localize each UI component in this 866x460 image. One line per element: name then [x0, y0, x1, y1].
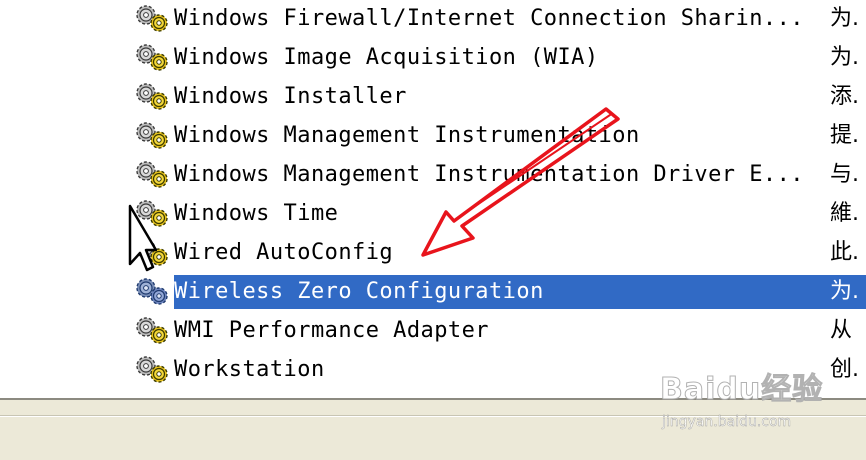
service-name: Windows Installer: [174, 84, 407, 109]
status-bar-highlight: [0, 416, 866, 417]
service-row[interactable]: Windows Management Instrumentation 提.: [0, 117, 866, 156]
service-row-selected[interactable]: Wireless Zero Configuration 为.: [0, 273, 866, 312]
service-description: 此.: [830, 240, 859, 265]
service-description: 添.: [830, 84, 859, 109]
service-row[interactable]: Windows Image Acquisition (WIA) 为.: [0, 39, 866, 78]
service-name: Wired AutoConfig: [174, 240, 394, 265]
service-description: 创.: [830, 357, 859, 382]
mouse-cursor-icon: [128, 204, 157, 272]
services-gear-icon: [133, 277, 173, 307]
service-row[interactable]: Windows Installer 添.: [0, 78, 866, 117]
services-gear-icon: [133, 43, 173, 73]
services-window: Windows Firewall/Internet Connection Sha…: [0, 0, 866, 460]
services-gear-icon: [133, 160, 173, 190]
service-row[interactable]: Workstation 创.: [0, 351, 866, 390]
status-bar: [0, 400, 866, 460]
service-description: 为.: [830, 45, 859, 70]
service-name: Wireless Zero Configuration: [174, 275, 830, 309]
services-gear-icon: [133, 121, 173, 151]
service-name: Windows Management Instrumentation Drive…: [174, 162, 804, 187]
service-row[interactable]: Windows Firewall/Internet Connection Sha…: [0, 0, 866, 39]
services-gear-icon: [133, 82, 173, 112]
services-gear-icon: [133, 4, 173, 34]
service-name: WMI Performance Adapter: [174, 318, 489, 343]
service-description: 为.: [830, 6, 859, 31]
service-description: 維.: [830, 201, 859, 226]
service-name: Windows Image Acquisition (WIA): [174, 45, 599, 70]
services-gear-icon: [133, 316, 173, 346]
service-row[interactable]: Windows Management Instrumentation Drive…: [0, 156, 866, 195]
service-name: Windows Time: [174, 201, 339, 226]
service-name: Windows Firewall/Internet Connection Sha…: [174, 6, 804, 31]
service-description: 从: [830, 318, 853, 343]
service-description: 为.: [830, 275, 866, 309]
service-name: Workstation: [174, 357, 325, 382]
services-list[interactable]: Windows Firewall/Internet Connection Sha…: [0, 0, 866, 398]
service-name: Windows Management Instrumentation: [174, 123, 640, 148]
services-gear-icon: [133, 355, 173, 385]
service-description: 与.: [830, 162, 859, 187]
service-description: 提.: [830, 123, 859, 148]
service-row[interactable]: WMI Performance Adapter 从: [0, 312, 866, 351]
